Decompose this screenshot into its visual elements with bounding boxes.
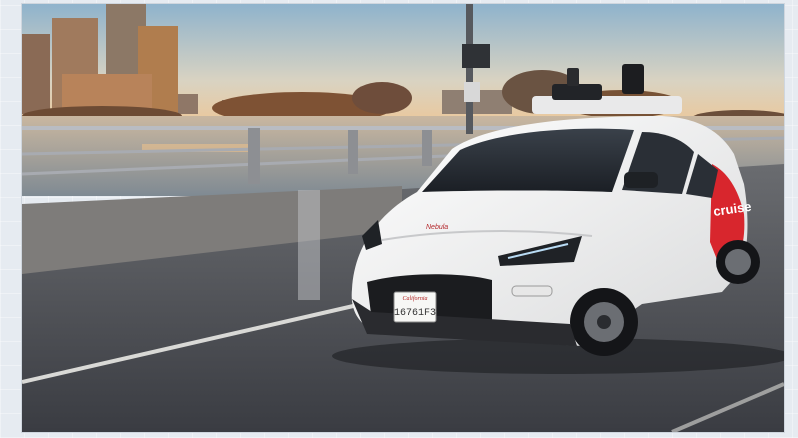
front-badge-text: Nebula: [426, 224, 448, 231]
photo-scene: California 16761F3 Nebula cruise: [22, 4, 784, 432]
plate-number-text: 16761F3: [394, 308, 436, 319]
photo: California 16761F3 Nebula cruise: [22, 4, 784, 432]
background-frame: California 16761F3 Nebula cruise: [0, 0, 798, 438]
plate-state-text: California: [402, 295, 427, 302]
license-plate: California 16761F3: [393, 291, 437, 323]
